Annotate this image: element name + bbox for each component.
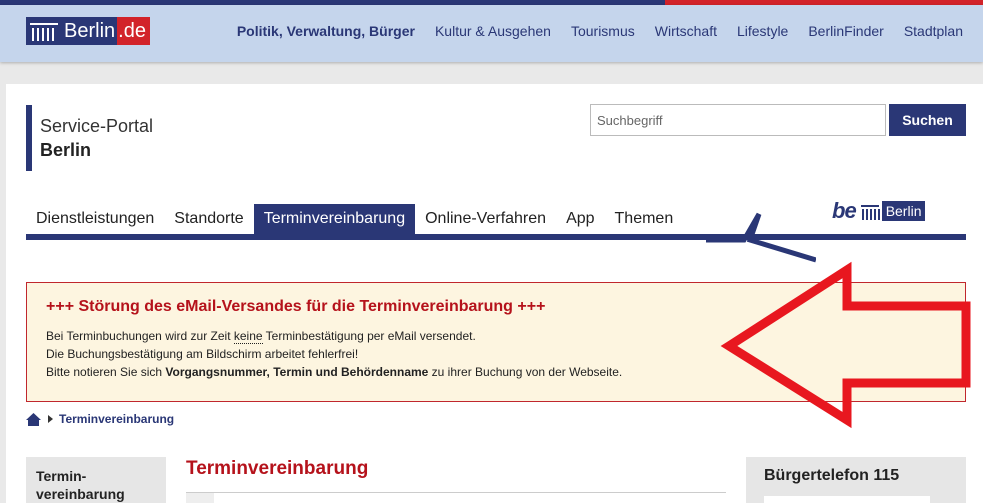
be-berlin-logo: be Berlin: [832, 198, 926, 223]
sidebar-section-title: Termin- vereinbarung: [26, 457, 166, 503]
content-divider: [186, 492, 726, 493]
topnav-lifestyle[interactable]: Lifestyle: [737, 23, 788, 39]
alert-line-3-pre: Bitte notieren Sie sich: [46, 365, 166, 379]
topnav-politik[interactable]: Politik, Verwaltung, Bürger: [237, 23, 415, 39]
alert-line-2: Die Buchungsbestätigung am Bildschirm ar…: [46, 347, 359, 361]
alert-body: Bei Terminbuchungen wird zur Zeit keine …: [46, 327, 622, 381]
topnav-wirtschaft[interactable]: Wirtschaft: [655, 23, 717, 39]
topnav-tourismus[interactable]: Tourismus: [571, 23, 635, 39]
tab-standorte[interactable]: Standorte: [164, 204, 253, 234]
alert-title: +++ Störung des eMail-Versandes für die …: [46, 298, 546, 315]
be-logo-name: Berlin: [881, 201, 926, 221]
alert-line-1-pre: Bei Terminbuchungen wird zur Zeit: [46, 329, 234, 343]
buergertelefon-content: [764, 496, 930, 503]
be-logo-gate-icon: [860, 202, 880, 220]
portal-title-line1: Service-Portal: [40, 116, 154, 136]
breadcrumb-current[interactable]: Terminvereinbarung: [59, 412, 174, 426]
search-button[interactable]: Suchen: [889, 104, 966, 136]
alert-line-3-bold: Vorgangsnummer, Termin und Behördenname: [165, 365, 429, 379]
navigation-underline: [26, 234, 966, 240]
topnav-berlinfinder[interactable]: BerlinFinder: [808, 23, 883, 39]
alert-line-1-post: Terminbestätigung per eMail versendet.: [262, 329, 476, 343]
lightning-divider: [706, 212, 816, 263]
breadcrumb: Terminvereinbarung: [26, 411, 174, 427]
alert-keyword-keine: keine: [233, 329, 263, 344]
alert-line-3: Bitte notieren Sie sich Vorgangsnummer, …: [46, 363, 622, 381]
berlin-de-logo[interactable]: Berlin .de: [26, 17, 150, 45]
tab-terminvereinbarung[interactable]: Terminvereinbarung: [253, 204, 416, 234]
triangle-right-icon: [48, 415, 53, 423]
tab-app[interactable]: App: [556, 204, 604, 234]
topnav-stadtplan[interactable]: Stadtplan: [904, 23, 963, 39]
top-navigation: Politik, Verwaltung, Bürger Kultur & Aus…: [237, 23, 983, 39]
buergertelefon-box: Bürgertelefon 115: [746, 457, 966, 503]
content-box: [186, 493, 214, 503]
logo-suffix: .de: [117, 17, 150, 45]
tab-dienstleistungen[interactable]: Dienstleistungen: [26, 204, 164, 234]
home-icon[interactable]: [26, 412, 41, 426]
brandenburg-gate-icon: [26, 17, 62, 45]
topnav-kultur[interactable]: Kultur & Ausgehen: [435, 23, 551, 39]
sidebar-title-line1: Termin-: [36, 468, 87, 484]
service-portal-title[interactable]: Service-Portal Berlin: [26, 105, 153, 171]
be-logo-text: be: [832, 198, 857, 223]
alert-line-3-post: zu ihrer Buchung von der Webseite.: [428, 365, 623, 379]
portal-title-line2: Berlin: [40, 140, 92, 160]
page-title: Terminvereinbarung: [186, 458, 369, 479]
buergertelefon-title: Bürgertelefon 115: [764, 467, 900, 484]
tab-online-verfahren[interactable]: Online-Verfahren: [415, 204, 556, 234]
site-header: Berlin .de Politik, Verwaltung, Bürger K…: [0, 5, 983, 62]
main-navigation: Dienstleistungen Standorte Terminvereinb…: [26, 204, 683, 234]
search-input[interactable]: [590, 104, 886, 136]
page-content: Service-Portal Berlin Suchen Dienstleist…: [6, 84, 983, 503]
logo-text: Berlin: [62, 17, 118, 45]
service-disruption-alert: +++ Störung des eMail-Versandes für die …: [26, 282, 966, 402]
tab-themen[interactable]: Themen: [605, 204, 684, 234]
alert-line-1: Bei Terminbuchungen wird zur Zeit keine …: [46, 327, 622, 345]
sidebar-title-line2: vereinbarung: [36, 486, 125, 502]
